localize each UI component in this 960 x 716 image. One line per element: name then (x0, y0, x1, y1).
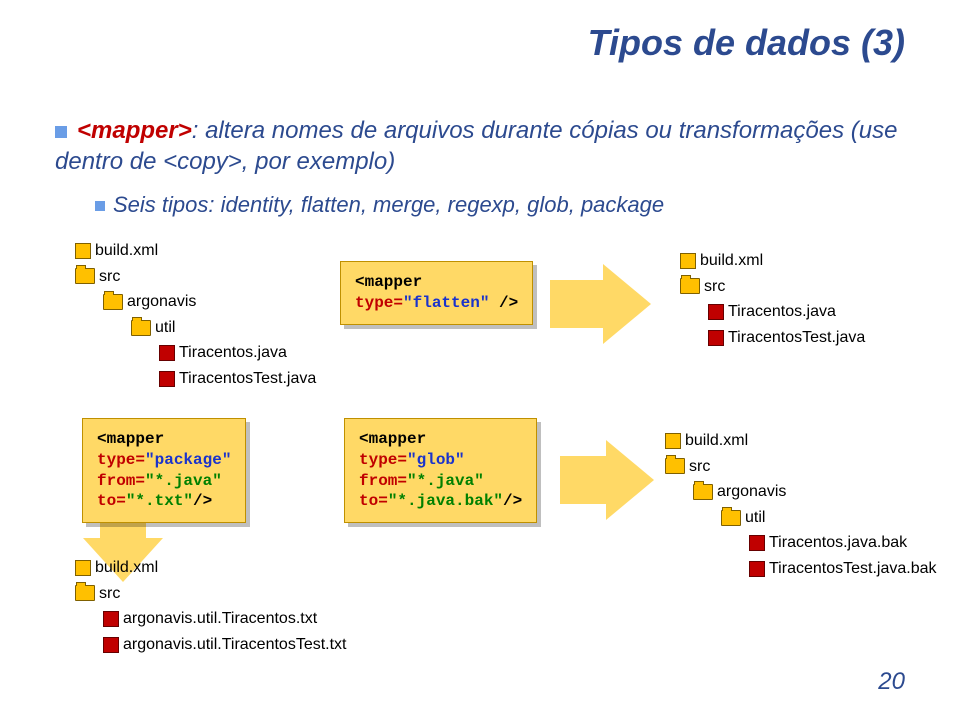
code-attr: to= (359, 492, 388, 510)
sub-bullet-text: Seis tipos: identity, flatten, merge, re… (113, 192, 664, 217)
mapper-tag: <mapper> (77, 117, 192, 144)
folder-label: argonavis (717, 483, 786, 500)
file-icon (103, 637, 119, 653)
file-label: Tiracentos.java (728, 303, 836, 320)
folder-icon (721, 510, 741, 526)
file-label: TiracentosTest.java.bak (769, 560, 936, 577)
code-attr: from= (97, 472, 145, 490)
file-tree-glob: build.xml src argonavis util Tiracentos.… (665, 428, 936, 582)
folder-icon (665, 458, 685, 474)
folder-icon (693, 484, 713, 500)
code-attr: from= (359, 472, 407, 490)
file-label: Tiracentos.java (179, 344, 287, 361)
main-bullet: <mapper>: altera nomes de arquivos duran… (55, 115, 905, 177)
file-label: build.xml (685, 432, 748, 449)
file-label: build.xml (95, 559, 158, 576)
folder-label: src (99, 268, 120, 285)
file-icon (103, 611, 119, 627)
code-mapper-package: <mapper type="package" from="*.java" to=… (82, 418, 246, 523)
folder-icon (680, 278, 700, 294)
code-val: "*.java" (407, 472, 484, 490)
arrow-icon (550, 280, 605, 328)
code-attr: to= (97, 492, 126, 510)
folder-label: src (704, 278, 725, 295)
code-attr: type= (97, 451, 145, 469)
file-label: TiracentosTest.java (728, 329, 865, 346)
file-icon (708, 304, 724, 320)
file-label: build.xml (95, 242, 158, 259)
folder-label: util (745, 509, 765, 526)
folder-label: argonavis (127, 293, 196, 310)
code-val: "glob" (407, 451, 465, 469)
file-label: TiracentosTest.java (179, 370, 316, 387)
file-icon (75, 560, 91, 576)
folder-icon (103, 294, 123, 310)
folder-label: src (689, 458, 710, 475)
code-mapper-glob: <mapper type="glob" from="*.java" to="*.… (344, 418, 537, 523)
code-attr: type= (359, 451, 407, 469)
code-val: "*.java" (145, 472, 222, 490)
file-icon (75, 243, 91, 259)
bullet-icon (95, 201, 105, 211)
file-label: argonavis.util.TiracentosTest.txt (123, 636, 347, 653)
folder-icon (75, 268, 95, 284)
code-end: /> (489, 294, 518, 312)
folder-icon (131, 320, 151, 336)
file-label: Tiracentos.java.bak (769, 534, 907, 551)
bullet-icon (55, 126, 67, 138)
code-attr: type= (355, 294, 403, 312)
file-label: build.xml (700, 252, 763, 269)
arrow-icon (560, 456, 608, 504)
file-icon (749, 535, 765, 551)
page-number: 20 (878, 668, 905, 696)
code-line: <mapper (359, 430, 426, 448)
code-line: <mapper (355, 273, 422, 291)
file-icon (159, 371, 175, 387)
code-val: "*.txt" (126, 492, 193, 510)
folder-icon (75, 585, 95, 601)
file-icon (665, 433, 681, 449)
code-val: "package" (145, 451, 231, 469)
code-end: /> (503, 492, 522, 510)
arrow-icon (606, 440, 654, 520)
file-tree-flatten: build.xml src Tiracentos.java Tiracentos… (680, 248, 865, 350)
code-line: <mapper (97, 430, 164, 448)
folder-label: src (99, 585, 120, 602)
file-icon (749, 561, 765, 577)
page-title: Tipos de dados (3) (588, 22, 905, 64)
code-val: "flatten" (403, 294, 489, 312)
file-label: argonavis.util.Tiracentos.txt (123, 610, 317, 627)
folder-label: util (155, 319, 175, 336)
code-mapper-flatten: <mapper type="flatten" /> (340, 261, 533, 325)
file-icon (680, 253, 696, 269)
file-icon (159, 345, 175, 361)
code-end: /> (193, 492, 212, 510)
code-val: "*.java.bak" (388, 492, 503, 510)
sub-bullet: Seis tipos: identity, flatten, merge, re… (95, 192, 664, 218)
file-icon (708, 330, 724, 346)
file-tree-package: build.xml src argonavis.util.Tiracentos.… (75, 555, 347, 657)
file-tree-source: build.xml src argonavis util Tiracentos.… (75, 238, 316, 392)
arrow-icon (603, 264, 651, 344)
